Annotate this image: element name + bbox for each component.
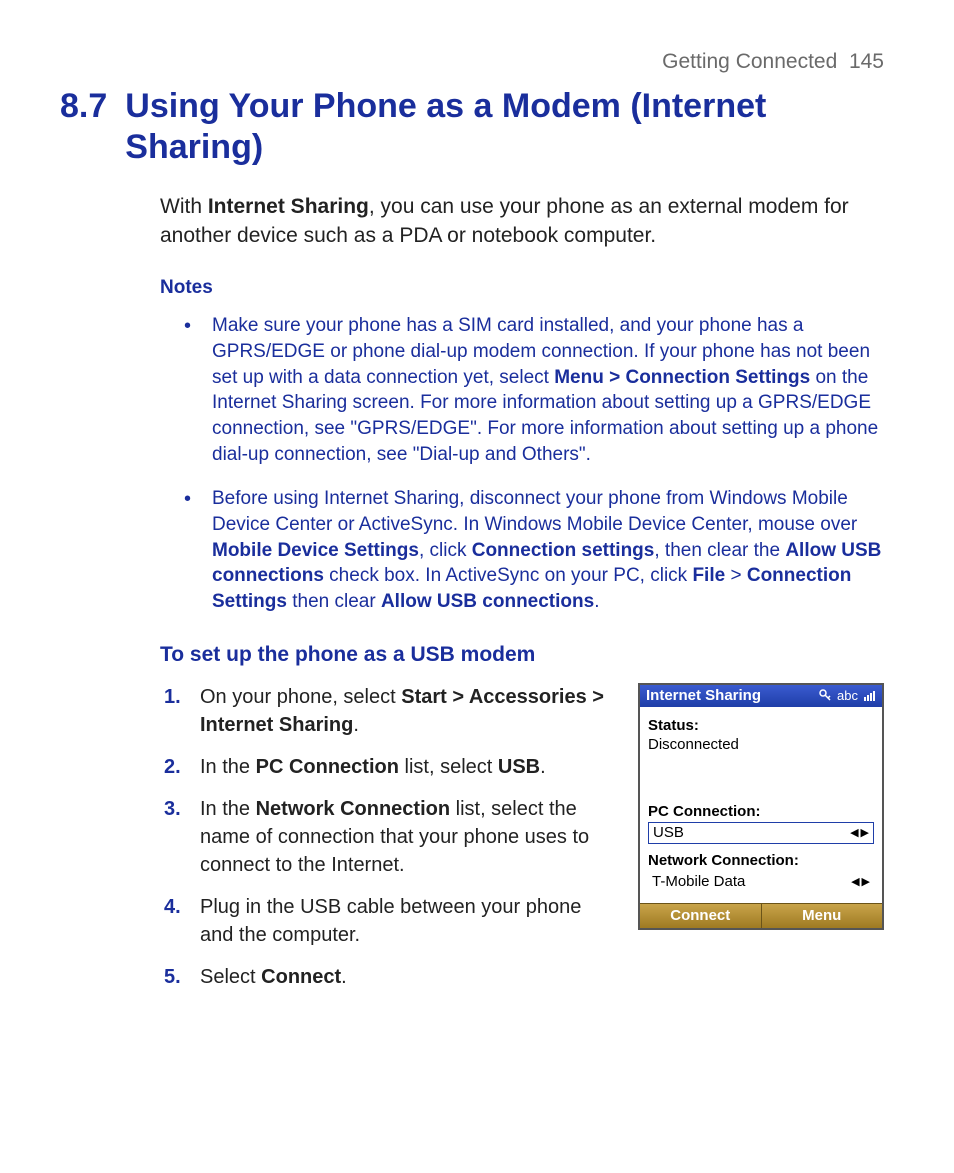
note-item: Make sure your phone has a SIM card inst… [170, 313, 884, 468]
phone-body: Status: Disconnected PC Connection: USB … [640, 707, 882, 903]
input-mode-indicator: abc [837, 688, 858, 703]
status-label: Status: [648, 717, 874, 734]
network-connection-picker[interactable]: T-Mobile Data ◀ ▶ [648, 871, 874, 893]
step-item: In the PC Connection list, select USB. [160, 753, 612, 781]
step-item: Plug in the USB cable between your phone… [160, 893, 612, 949]
signal-icon [864, 689, 876, 701]
softkey-connect[interactable]: Connect [640, 904, 761, 928]
key-icon [819, 689, 831, 701]
steps-list: On your phone, select Start > Accessorie… [160, 683, 612, 1005]
procedure-heading: To set up the phone as a USB modem [160, 643, 884, 667]
arrow-right-icon: ▶ [861, 826, 869, 839]
intro-paragraph: With Internet Sharing, you can use your … [160, 193, 884, 251]
titlebar-icons: abc [819, 688, 876, 703]
arrow-right-icon: ▶ [862, 875, 870, 888]
arrow-left-icon: ◀ [851, 875, 859, 888]
notes-heading: Notes [160, 277, 884, 299]
section-title-text: Using Your Phone as a Modem (Internet Sh… [125, 86, 884, 169]
softkey-menu[interactable]: Menu [761, 904, 883, 928]
procedure-row: On your phone, select Start > Accessorie… [160, 683, 884, 1005]
phone-title: Internet Sharing [646, 687, 761, 704]
step-item: In the Network Connection list, select t… [160, 795, 612, 879]
note-item: Before using Internet Sharing, disconnec… [170, 486, 884, 615]
network-connection-value: T-Mobile Data [652, 873, 745, 890]
phone-titlebar: Internet Sharing abc [640, 685, 882, 707]
phone-screenshot: Internet Sharing abc Status: Disconnecte… [638, 683, 884, 930]
section-number: 8.7 [60, 86, 107, 169]
pc-connection-picker[interactable]: USB ◀ ▶ [648, 822, 874, 844]
pc-connection-value: USB [653, 824, 684, 841]
picker-arrows: ◀ ▶ [850, 826, 869, 839]
section-heading: 8.7 Using Your Phone as a Modem (Interne… [60, 86, 884, 169]
arrow-left-icon: ◀ [850, 826, 858, 839]
network-connection-label: Network Connection: [648, 852, 874, 869]
page-number: 145 [849, 50, 884, 73]
notes-list: Make sure your phone has a SIM card inst… [170, 313, 884, 615]
chapter-name: Getting Connected [662, 50, 837, 73]
picker-arrows: ◀ ▶ [851, 875, 870, 888]
status-value: Disconnected [648, 736, 874, 753]
step-item: On your phone, select Start > Accessorie… [160, 683, 612, 739]
manual-page: Getting Connected 145 8.7 Using Your Pho… [0, 0, 954, 1173]
softkey-bar: Connect Menu [640, 903, 882, 928]
spacer [648, 753, 874, 801]
running-head: Getting Connected 145 [60, 50, 884, 74]
pc-connection-label: PC Connection: [648, 803, 874, 820]
step-item: Select Connect. [160, 963, 612, 991]
